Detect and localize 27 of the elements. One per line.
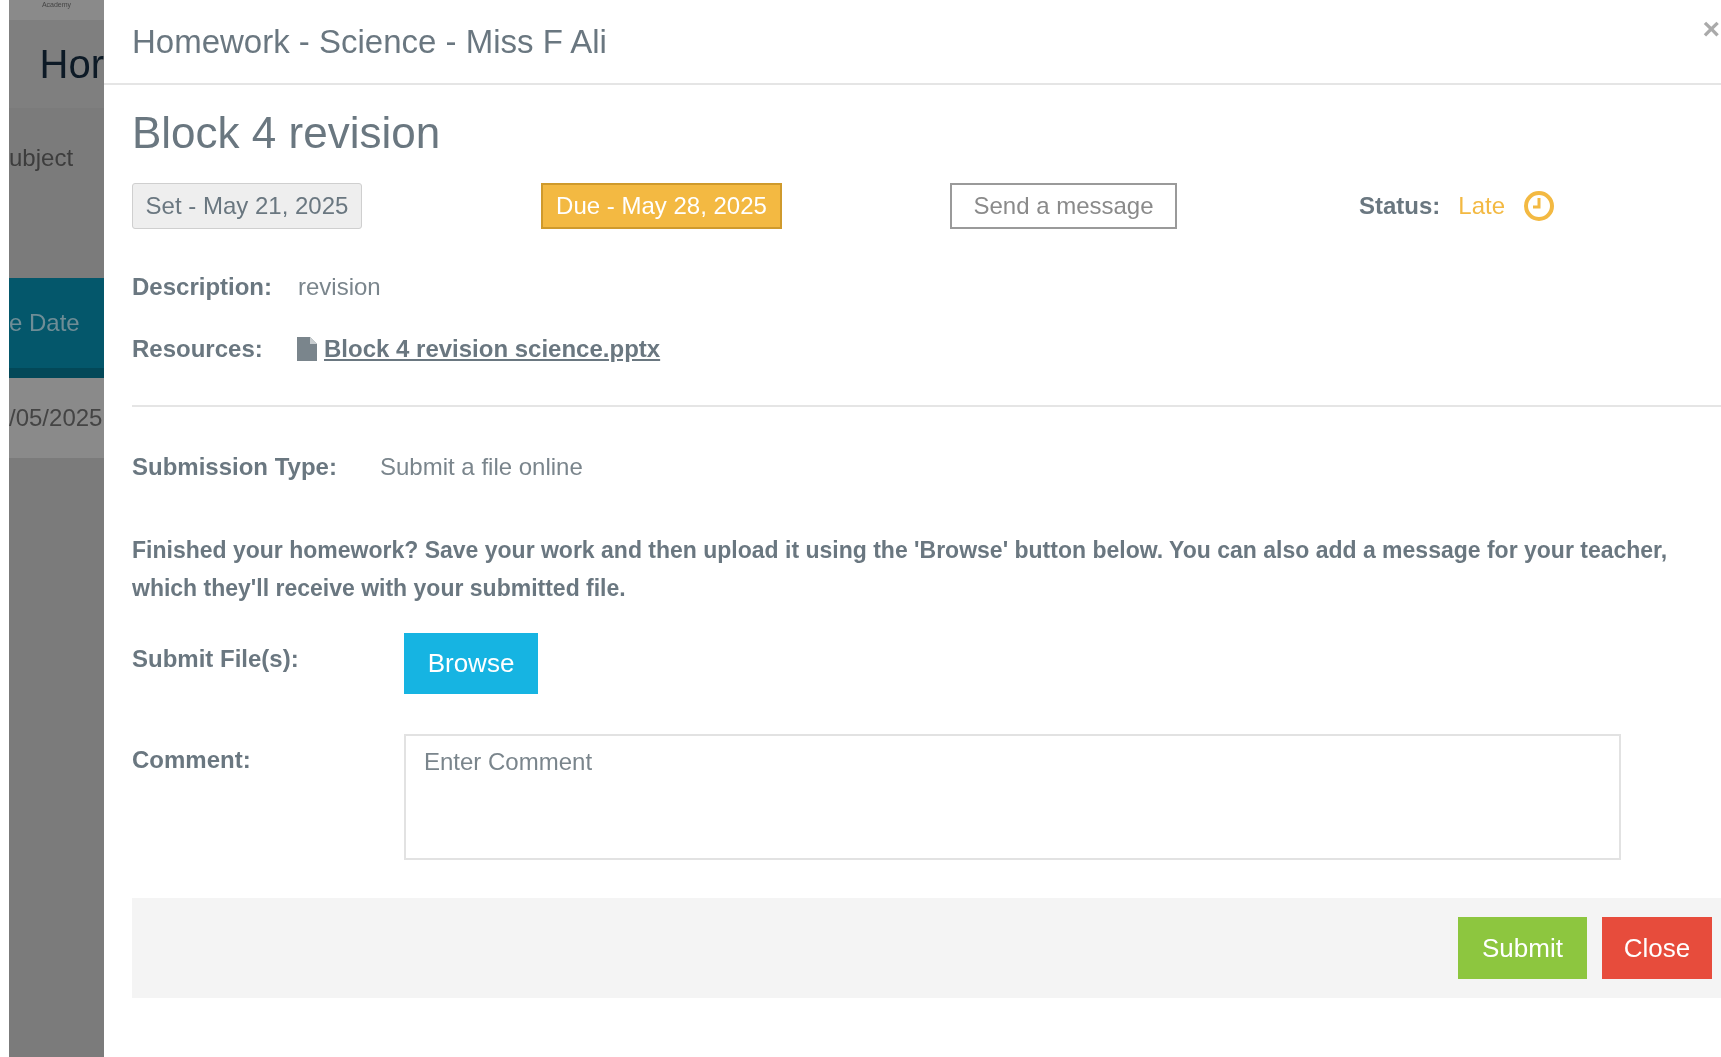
submit-files-label: Submit File(s): [132, 644, 300, 674]
column-header: ubject [9, 143, 74, 173]
file-link[interactable]: Block 4 revision science.pptx [324, 331, 661, 367]
close-button[interactable]: Close [1602, 917, 1712, 979]
due-date-badge: Due - May 28, 2025 [541, 183, 782, 229]
send-message-button[interactable]: Send a message [950, 183, 1177, 229]
submission-type-text: Submit a file online [380, 452, 583, 482]
instructions-text: Finished your homework? Save your work and then upload it using the 'Browse' button below. You can also add a message for your teacher, which they'll receive with your submitted file. [132, 536, 1669, 603]
clock-icon [1523, 190, 1556, 222]
submit-button[interactable]: Submit [1458, 917, 1587, 979]
description-text: revision [298, 272, 381, 302]
resources-label: Resources: [132, 334, 264, 364]
assignment-heading: Block 4 revision [132, 107, 442, 159]
file-icon [296, 336, 318, 362]
status-value: Late [1458, 191, 1506, 221]
close-button[interactable]: × [1702, 14, 1721, 44]
set-date-badge: Set - May 21, 2025 [132, 183, 362, 229]
comment-field[interactable]: Enter Comment [404, 734, 1621, 860]
status-label: Status: [1359, 191, 1441, 221]
column-header: e Date [9, 308, 80, 338]
table-cell-text: /05/2025 [9, 403, 103, 433]
comment-label: Comment: [132, 745, 252, 775]
page-heading: Hor [39, 41, 104, 88]
modal-title: Homework - Science - Miss F Ali [132, 21, 607, 62]
description-label: Description: [132, 272, 273, 302]
submission-type-label: Submission Type: [132, 452, 338, 482]
browse-button[interactable]: Browse [404, 633, 538, 694]
